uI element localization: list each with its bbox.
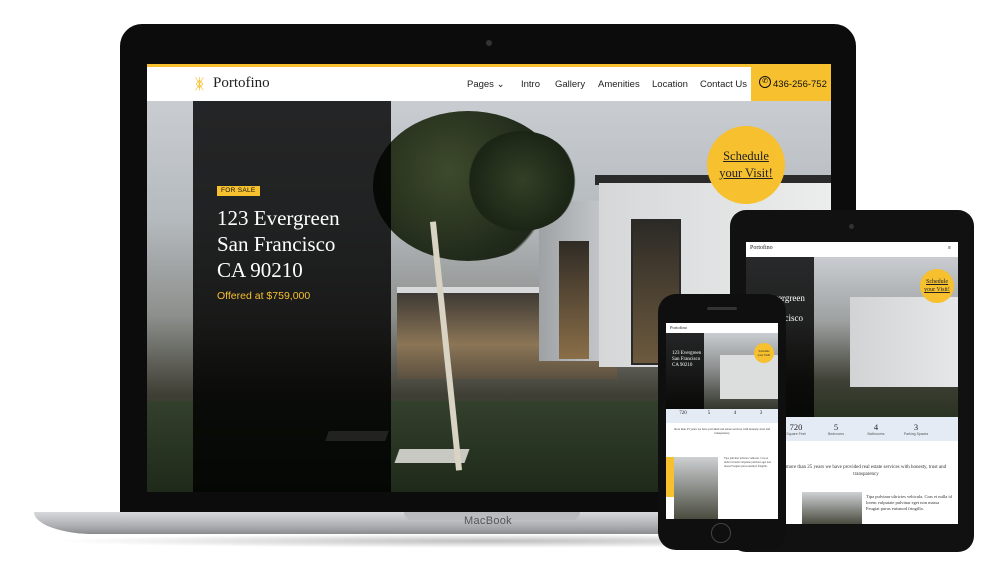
phone-stat: 5 [707,411,711,416]
tablet-schedule-line: your Visit! [924,287,950,293]
schedule-line: your Visit! [719,166,773,180]
whatsapp-icon: ✆ [759,76,771,88]
phone-stat: 4 [733,411,737,416]
nav-location[interactable]: Location [652,79,688,90]
phone-overlay [666,333,704,409]
logo-icon: ᛤ [195,77,205,93]
phone-number: 436-256-752 [773,79,827,90]
phone-hero: 123 Evergreen San Francisco CA 90210 Sch… [666,333,778,409]
phone-stat: 720 [679,411,687,416]
phone-intro-text: more than 25 years we have provided real… [673,427,771,435]
tablet-stat: 5 Bedrooms [828,422,844,436]
phone-speaker [707,307,737,310]
menu-icon: ≡ [948,245,951,251]
logo[interactable]: Portofino [213,75,270,92]
tree-canopy [467,131,577,231]
phone-button[interactable]: ✆ 436-256-752 [751,64,831,101]
nav-pages[interactable]: Pages ⌄ [467,79,505,90]
tablet-stat: 3 Parking Spaces [903,422,929,436]
phone-logo: Portofino [670,325,688,330]
phone-accent-strip [666,457,674,497]
phone-schedule-line: your Visit! [757,353,771,357]
phone-body-text: Tipa pulvinar ultricies vehicula. Cras e… [724,457,772,468]
property-address: 123 Evergreen San Francisco CA 90210 [217,205,387,283]
laptop-label: MacBook [464,515,512,527]
tablet-body-text: Tipa pulvinar ultricies vehicula. Cras e… [866,494,952,511]
nav-intro[interactable]: Intro [521,79,540,90]
building-side-window [559,241,589,359]
for-sale-tag: FOR SALE [217,186,260,196]
nav-amenities[interactable]: Amenities [598,79,640,90]
tablet-stat: 4 Bathrooms [867,422,885,436]
schedule-line: Schedule [723,149,769,163]
tablet-intro-text: more than 25 years we have provided real… [785,465,947,477]
address-line: 123 Evergreen [217,206,340,230]
schedule-visit-button[interactable]: Schedule your Visit! [707,126,785,204]
phone-address: 123 Evergreen San Francisco CA 90210 [672,351,702,368]
address-line: San Francisco [217,232,336,256]
phone-home-button [711,523,731,543]
phone-stat: 3 [759,411,763,416]
phone-building [720,355,778,399]
tablet-logo: Portofino [750,245,773,251]
tablet-schedule-badge: Schedule your Visit! [920,269,954,303]
nav-contact[interactable]: Contact Us [700,79,747,90]
top-navigation: ᛤ Portofino Pages ⌄ Intro Gallery Amenit… [147,64,831,101]
offer-price: Offered at $759,000 [217,290,311,302]
nav-gallery[interactable]: Gallery [555,79,585,90]
phone-screen: Portofino 123 Evergreen San Francisco CA… [666,323,778,519]
tablet-house-image [802,492,862,524]
tablet-schedule-line: Schedule [926,279,948,285]
phone-schedule-badge: Schedule your Visit! [754,343,774,363]
address-line: CA 90210 [217,258,303,282]
phone-house-image [674,457,718,519]
laptop-camera [486,40,492,46]
tablet-building [850,297,958,387]
tablet-camera [849,224,854,229]
chevron-down-icon: ⌄ [496,79,505,90]
